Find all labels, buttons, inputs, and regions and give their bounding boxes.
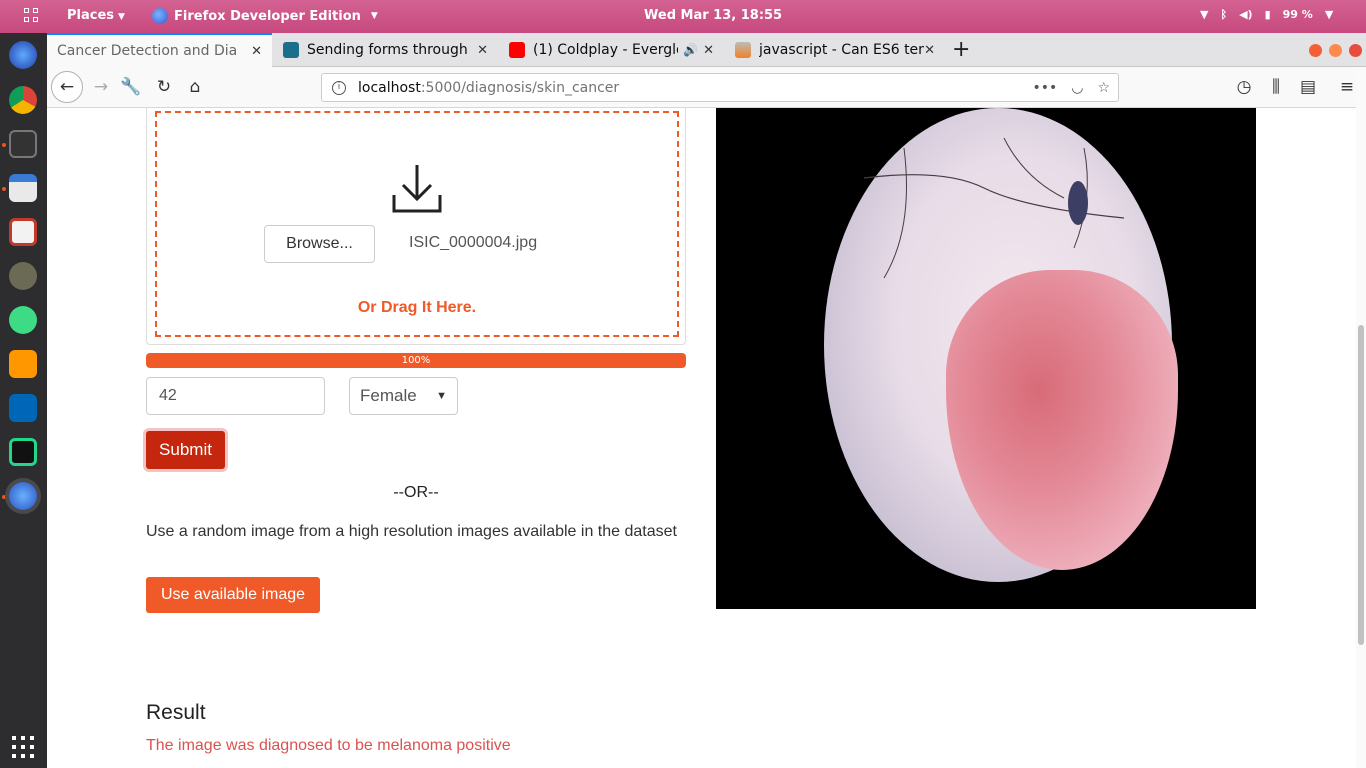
- hair-strands: [863, 137, 1125, 279]
- page-scrollbar[interactable]: [1356, 67, 1366, 768]
- navigation-toolbar: ← → 🔧 ↻ ⌂ i localhost:5000/diagnosis/ski…: [47, 67, 1366, 108]
- speaker-icon[interactable]: 🔊: [683, 43, 698, 57]
- url-host: localhost: [358, 79, 421, 96]
- chevron-down-icon: ▼: [1324, 8, 1334, 21]
- chrome-icon[interactable]: [9, 86, 37, 114]
- bookmark-star-icon[interactable]: ☆: [1097, 80, 1110, 96]
- drag-hint: Or Drag It Here.: [357, 299, 477, 316]
- history-icon[interactable]: ◷: [1230, 73, 1258, 101]
- uploaded-image-preview: [716, 108, 1256, 609]
- tab-youtube[interactable]: (1) Coldplay - Everglow 🔊 ✕: [499, 33, 724, 67]
- reload-icon[interactable]: ↻: [150, 73, 178, 101]
- wrench-icon[interactable]: 🔧: [117, 73, 145, 101]
- or-divider: --OR--: [393, 484, 439, 501]
- chevron-down-icon: ▼: [118, 12, 125, 22]
- age-input[interactable]: [146, 377, 325, 415]
- firefox-dev-icon[interactable]: [9, 41, 37, 69]
- tab-sending-forms[interactable]: Sending forms through JavaScript ✕: [273, 33, 498, 67]
- upload-progress-bar: 100%: [146, 353, 686, 368]
- firefox-icon: [152, 8, 168, 24]
- tab-cancer-detection[interactable]: Cancer Detection and Diagnosis ✕: [47, 33, 272, 67]
- gimp-icon[interactable]: [9, 262, 37, 290]
- activities-icon[interactable]: [24, 8, 40, 24]
- result-text: The image was diagnosed to be melanoma p…: [146, 737, 511, 754]
- sidebar-icon[interactable]: ▤: [1294, 73, 1322, 101]
- sublime-text-icon[interactable]: [9, 350, 37, 378]
- page-content: Browse... ISIC_0000004.jpg Or Drag It He…: [47, 108, 1356, 768]
- firefox-icon[interactable]: [9, 482, 37, 510]
- clock[interactable]: Wed Mar 13, 18:55: [644, 8, 782, 23]
- system-top-bar: Places ▼ Firefox Developer Edition ▼ Wed M…: [0, 0, 1366, 33]
- forward-arrow-icon[interactable]: →: [87, 73, 115, 101]
- home-icon[interactable]: ⌂: [181, 73, 209, 101]
- gender-select[interactable]: Female ▼: [349, 377, 458, 415]
- library-icon[interactable]: ⫼: [1262, 73, 1290, 101]
- android-studio-icon[interactable]: [9, 306, 37, 334]
- random-image-description: Use a random image from a high resolutio…: [146, 523, 677, 540]
- close-icon[interactable]: ✕: [477, 43, 488, 58]
- running-indicator: [2, 143, 6, 147]
- youtube-favicon-icon: [509, 42, 525, 58]
- result-heading: Result: [146, 701, 206, 724]
- url-path: :5000/diagnosis/skin_cancer: [420, 79, 620, 96]
- bluetooth-icon: ᛒ: [1220, 8, 1228, 21]
- file-drop-zone[interactable]: Browse... ISIC_0000004.jpg Or Drag It He…: [155, 111, 679, 337]
- close-icon[interactable]: ✕: [703, 43, 714, 58]
- tab-stackoverflow[interactable]: javascript - Can ES6 template ✕: [725, 33, 945, 67]
- scrollbar-thumb[interactable]: [1358, 325, 1364, 645]
- running-indicator: [2, 187, 6, 191]
- show-applications-icon[interactable]: [12, 736, 34, 758]
- use-available-image-button[interactable]: Use available image: [146, 577, 320, 613]
- chevron-down-icon: ▼: [436, 390, 447, 402]
- minimize-icon[interactable]: [1309, 44, 1322, 57]
- mdn-favicon-icon: [283, 42, 299, 58]
- chevron-down-icon: ▼: [370, 11, 378, 21]
- pycharm-icon[interactable]: [9, 438, 37, 466]
- progress-fill: 100%: [146, 353, 686, 368]
- app-menu[interactable]: Firefox Developer Edition ▼: [152, 8, 378, 24]
- vscode-icon[interactable]: [9, 394, 37, 422]
- close-icon[interactable]: ✕: [924, 43, 935, 58]
- files-icon[interactable]: [9, 174, 37, 202]
- download-icon: [392, 165, 442, 213]
- tab-strip: Cancer Detection and Diagnosis ✕ Sending…: [47, 33, 1366, 67]
- upload-panel: Browse... ISIC_0000004.jpg Or Drag It He…: [146, 108, 686, 345]
- screenshot-icon[interactable]: [9, 218, 37, 246]
- info-icon[interactable]: i: [332, 80, 346, 95]
- running-indicator: [2, 495, 6, 499]
- launcher-dock: [0, 33, 47, 768]
- close-icon[interactable]: ✕: [251, 44, 262, 59]
- wifi-icon: ▼: [1200, 8, 1209, 21]
- places-menu[interactable]: Places ▼: [67, 8, 125, 23]
- stackoverflow-favicon-icon: [735, 42, 751, 58]
- url-bar[interactable]: i localhost:5000/diagnosis/skin_cancer •…: [321, 73, 1119, 102]
- pocket-icon[interactable]: ◡: [1071, 80, 1083, 96]
- browse-button[interactable]: Browse...: [264, 225, 375, 263]
- submit-button[interactable]: Submit: [146, 431, 225, 469]
- gender-selected-value: Female: [360, 386, 417, 405]
- maximize-icon[interactable]: [1329, 44, 1342, 57]
- back-arrow-icon[interactable]: ←: [51, 71, 83, 103]
- selected-filename: ISIC_0000004.jpg: [409, 234, 538, 251]
- new-tab-icon[interactable]: +: [952, 37, 970, 62]
- terminal-icon[interactable]: [9, 130, 37, 158]
- system-tray[interactable]: ▼ ᛒ ◀) ▮ 99 % ▼: [1200, 8, 1333, 21]
- more-actions-icon[interactable]: •••: [1032, 80, 1057, 96]
- volume-icon: ◀): [1239, 8, 1253, 21]
- battery-level: 99 %: [1282, 8, 1313, 21]
- window-close-icon[interactable]: [1349, 44, 1362, 57]
- battery-icon: ▮: [1264, 8, 1271, 21]
